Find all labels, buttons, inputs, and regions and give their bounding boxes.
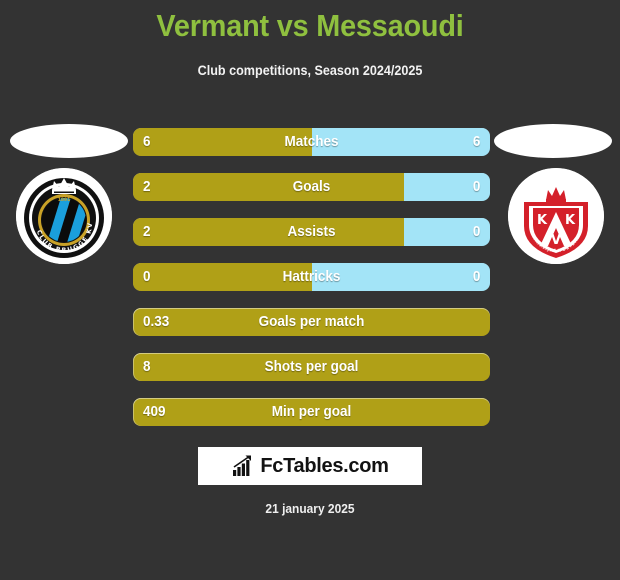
stat-row-goals-per-match: 0.33 Goals per match — [133, 308, 490, 336]
stat-comparison-card: Vermant vs Messaoudi Club competitions, … — [0, 0, 620, 580]
away-value: 0 — [472, 223, 480, 240]
svg-text:V: V — [551, 233, 561, 248]
page-title: Vermant vs Messaoudi — [156, 8, 464, 43]
away-value: 0 — [472, 268, 480, 285]
away-value: 6 — [472, 133, 480, 150]
home-value: 2 — [143, 178, 151, 195]
home-team-badge: 1891 CLUB BRUGGE KV — [16, 168, 112, 264]
svg-text:1891: 1891 — [58, 197, 71, 203]
home-segment — [133, 263, 312, 291]
home-value: 8 — [143, 358, 151, 375]
away-team-badge: K K V KONINKLIJKE VOETBALCLUB KORTRIJK — [508, 168, 604, 264]
away-segment — [311, 128, 490, 156]
kv-kortrijk-badge-icon: K K V KONINKLIJKE VOETBALCLUB KORTRIJK — [508, 168, 604, 264]
stat-row-min-per-goal: 409 Min per goal — [133, 398, 490, 426]
stat-row-shots-per-goal: 8 Shots per goal — [133, 353, 490, 381]
bar-chart-arrow-icon — [233, 455, 252, 476]
stat-row-matches: 6 Matches 6 — [133, 128, 490, 156]
home-value: 409 — [143, 403, 166, 420]
stat-row-assists: 2 Assists 0 — [133, 218, 490, 246]
stat-track — [133, 398, 490, 426]
home-segment — [133, 173, 405, 201]
home-value: 2 — [143, 223, 151, 240]
fctables-logo[interactable]: FcTables.com — [198, 447, 422, 485]
svg-text:K: K — [537, 213, 548, 228]
home-badge-disc: 1891 CLUB BRUGGE KV — [16, 168, 112, 264]
home-segment — [133, 128, 312, 156]
home-value: 6 — [143, 133, 151, 150]
svg-text:K: K — [565, 213, 576, 228]
home-value: 0 — [143, 268, 151, 285]
stat-track — [133, 263, 490, 291]
stat-track — [133, 173, 490, 201]
home-badge-top-ellipse — [10, 124, 128, 158]
stat-track — [133, 218, 490, 246]
stat-track — [133, 353, 490, 381]
home-segment — [133, 218, 405, 246]
away-value: 0 — [472, 178, 480, 195]
away-segment — [311, 263, 490, 291]
home-value: 0.33 — [143, 313, 170, 330]
stat-row-hattricks: 0 Hattricks 0 — [133, 263, 490, 291]
stat-track — [133, 308, 490, 336]
away-badge-disc: K K V KONINKLIJKE VOETBALCLUB KORTRIJK — [508, 168, 604, 264]
page-subtitle: Club competitions, Season 2024/2025 — [197, 62, 423, 78]
club-brugge-badge-icon: 1891 CLUB BRUGGE KV — [16, 168, 112, 264]
fctables-logo-text: FcTables.com — [260, 454, 389, 477]
stat-row-goals: 2 Goals 0 — [133, 173, 490, 201]
stat-track — [133, 128, 490, 156]
away-badge-top-ellipse — [494, 124, 612, 158]
stat-bar-list: 6 Matches 6 2 Goals 0 2 Assists 0 0 Hatt… — [133, 128, 490, 443]
footer-date: 21 january 2025 — [265, 501, 355, 516]
